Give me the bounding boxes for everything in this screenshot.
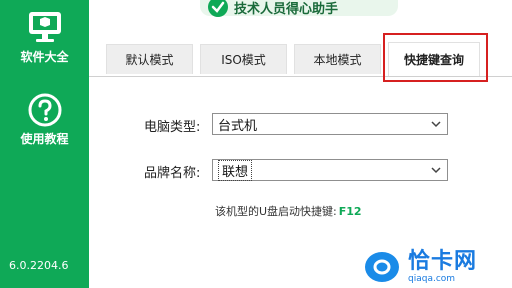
sidebar-item-label: 软件大全	[20, 50, 69, 64]
shortcut-key: F12	[338, 205, 362, 218]
question-icon	[25, 93, 65, 132]
tab-local-mode[interactable]: 本地模式	[294, 44, 381, 74]
computer-type-label: 电脑类型:	[144, 120, 201, 135]
tab-bar: 默认模式 ISO模式 本地模式 快捷键查询	[89, 40, 512, 77]
sidebar-item-tutorial[interactable]: 使用教程	[0, 92, 89, 156]
shortcut-result: 该机型的U盘启动快捷键: F12	[215, 203, 362, 219]
tab-iso-mode[interactable]: ISO模式	[200, 44, 287, 74]
check-icon	[208, 0, 228, 17]
version-text: 6.0.2204.6	[9, 259, 69, 272]
tab-label: ISO模式	[221, 53, 266, 67]
watermark: 恰卡网 qiaqa.com	[362, 246, 512, 288]
brand-select[interactable]: 联想	[212, 159, 448, 181]
chevron-down-icon	[431, 164, 441, 174]
tab-label: 本地模式	[313, 53, 362, 67]
monitor-icon	[25, 12, 65, 50]
chevron-down-icon	[431, 118, 441, 128]
brand-label: 品牌名称:	[144, 166, 201, 181]
top-banner: 技术人员得心助手	[200, 0, 398, 17]
watermark-logo-icon	[362, 249, 402, 285]
computer-type-select[interactable]: 台式机	[212, 113, 448, 135]
banner-title: 技术人员得心助手	[234, 1, 339, 17]
sidebar-item-label: 使用教程	[20, 132, 69, 146]
tab-shortcut-query[interactable]: 快捷键查询	[388, 42, 480, 76]
sidebar: 软件大全 使用教程 6.0.2204.6	[0, 0, 89, 288]
select-value: 台式机	[218, 118, 258, 134]
watermark-domain: qiaqa.com	[408, 274, 456, 284]
shortcut-text: 该机型的U盘启动快捷键:	[215, 205, 337, 218]
tab-default-mode[interactable]: 默认模式	[106, 44, 193, 74]
tab-label: 默认模式	[125, 53, 174, 67]
sidebar-item-software[interactable]: 软件大全	[0, 10, 89, 74]
watermark-brand: 恰卡网	[408, 249, 478, 274]
tab-label: 快捷键查询	[403, 53, 464, 67]
select-value: 联想	[218, 159, 253, 181]
